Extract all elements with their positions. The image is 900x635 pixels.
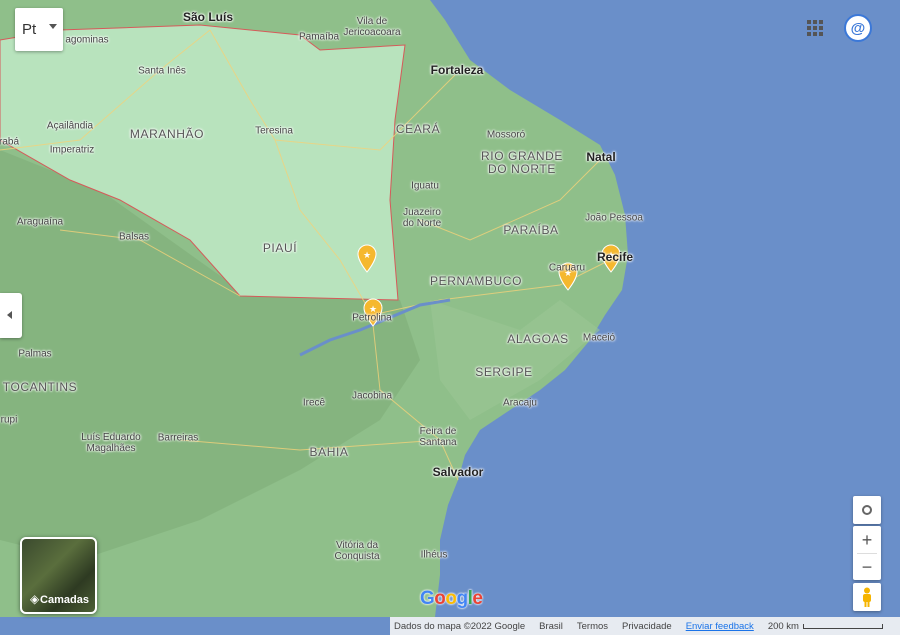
city-label: rabá: [0, 136, 20, 148]
state-label: TOCANTINS: [2, 380, 78, 394]
state-label: PARAÍBA: [503, 223, 559, 237]
city-label: Barreiras: [157, 432, 199, 444]
pegman-icon: [863, 587, 871, 607]
street-view-button[interactable]: [853, 583, 881, 611]
my-location-button[interactable]: [853, 496, 881, 524]
capital-label: Salvador: [432, 465, 484, 479]
city-label: Irecê: [302, 397, 326, 409]
city-label: Aracaju: [503, 397, 537, 409]
map-data-credit: Dados do mapa ©2022 Google: [394, 620, 526, 632]
city-label: Araguaína: [16, 216, 64, 228]
google-logo: Google: [420, 588, 483, 609]
capital-label: Fortaleza: [430, 63, 484, 77]
capital-label: Recife: [596, 250, 634, 264]
city-label: Luís Eduardo Magalhães: [81, 432, 141, 454]
map-footer: Dados do mapa ©2022 Google Brasil Termos…: [390, 617, 900, 635]
state-label: RIO GRANDE DO NORTE: [480, 149, 564, 176]
city-label: rupi: [0, 414, 18, 426]
city-label: Santa Inês: [138, 65, 186, 77]
location-target-icon: [862, 505, 872, 515]
city-label: Feira de Santana: [419, 426, 457, 448]
svg-text:★: ★: [363, 251, 371, 261]
city-label: João Pessoa: [585, 212, 643, 224]
state-label: PIAUÍ: [262, 241, 298, 255]
city-label: Juazeiro do Norte: [402, 207, 442, 229]
zoom-control: + −: [853, 526, 881, 580]
city-label: Petrolina: [352, 312, 392, 324]
city-label: Balsas: [118, 231, 150, 243]
state-label: SERGIPE: [475, 365, 533, 379]
city-label: Iguatu: [411, 180, 439, 192]
city-label: Vila de Jericoacoara: [343, 16, 401, 38]
side-panel-toggle[interactable]: [0, 293, 22, 338]
city-label: Palmas: [18, 348, 52, 360]
terms-link[interactable]: Termos: [577, 621, 608, 632]
language-button-label: Pt: [22, 21, 37, 38]
account-avatar-icon[interactable]: @: [844, 14, 872, 42]
city-label: agominas: [65, 34, 109, 46]
layers-button[interactable]: ◈ Camadas: [20, 537, 97, 614]
zoom-in-button[interactable]: +: [853, 526, 881, 554]
map-canvas[interactable]: ★ ★ ★ ★: [0, 0, 900, 635]
scale-bar[interactable]: 200 km: [768, 621, 883, 632]
city-label: Ilhéus: [420, 549, 448, 561]
scale-line: [802, 623, 883, 629]
capital-label: Natal: [586, 150, 616, 164]
state-label: BAHIA: [309, 445, 349, 459]
language-button[interactable]: Pt: [15, 8, 63, 51]
state-label: PERNAMBUCO: [429, 274, 523, 288]
city-label: Mossoró: [486, 129, 526, 141]
city-label: Açailândia: [46, 120, 94, 132]
state-label: MARANHÃO: [129, 127, 205, 141]
city-label: Maceió: [582, 332, 616, 344]
feedback-link[interactable]: Enviar feedback: [686, 621, 754, 632]
chevron-down-icon: [49, 24, 57, 29]
state-label: ALAGOAS: [507, 332, 569, 346]
layers-label: Camadas: [40, 594, 89, 606]
country-link[interactable]: Brasil: [539, 621, 563, 632]
city-label: Imperatriz: [49, 144, 95, 156]
privacy-link[interactable]: Privacidade: [622, 621, 672, 632]
scale-label: 200 km: [767, 620, 799, 632]
city-label: Pamaíba: [298, 31, 340, 43]
capital-label: Teresina: [255, 125, 293, 137]
apps-grid-icon[interactable]: [807, 20, 823, 36]
zoom-out-button[interactable]: −: [853, 553, 881, 581]
city-label: Vitória da Conquista: [334, 540, 380, 562]
chevron-left-icon: [7, 311, 12, 319]
state-label: CEARÁ: [395, 122, 441, 136]
city-label: Caruaru: [548, 262, 586, 274]
city-label: Jacobina: [351, 390, 393, 402]
capital-label: São Luís: [182, 10, 234, 24]
